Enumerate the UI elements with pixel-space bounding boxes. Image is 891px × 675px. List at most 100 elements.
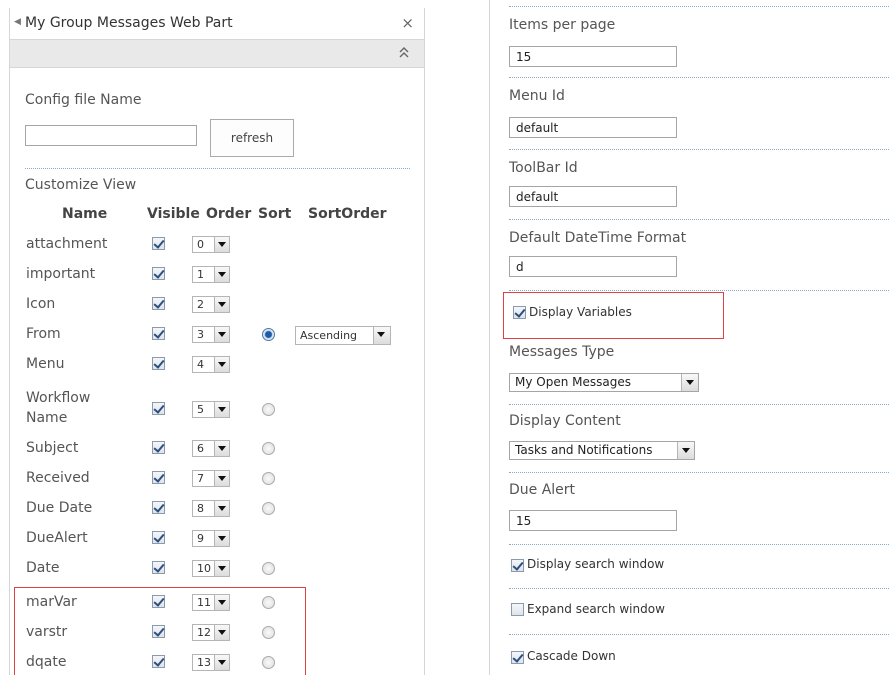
chevron-down-icon (214, 357, 229, 372)
refresh-button[interactable]: refresh (210, 119, 294, 157)
field-name: Subject (26, 440, 79, 456)
chevron-down-icon (214, 501, 229, 516)
menu-id-label: Menu Id (509, 88, 565, 104)
separator (509, 472, 889, 473)
chevron-down-icon (214, 561, 229, 576)
column-header-order: Order (206, 206, 252, 222)
column-header-name: Name (62, 206, 108, 222)
field-name: Date (26, 560, 60, 576)
visible-checkbox[interactable] (152, 297, 165, 310)
cascade-down-checkbox[interactable] (511, 651, 524, 664)
collapse-arrow-icon[interactable]: ◀ (14, 17, 21, 27)
separator (25, 168, 410, 169)
separator (509, 544, 889, 545)
menu-id-input[interactable] (509, 117, 677, 138)
field-name: Name (26, 410, 68, 426)
order-select[interactable]: 1 (192, 266, 230, 283)
sort-radio[interactable] (262, 442, 275, 455)
order-select[interactable]: 9 (192, 530, 230, 547)
webpart-title: My Group Messages Web Part (25, 15, 233, 31)
sort-radio[interactable] (262, 562, 275, 575)
toolbar-id-input[interactable] (509, 186, 677, 207)
customize-view-label: Customize View (25, 177, 137, 193)
field-name: Received (26, 470, 90, 486)
visible-checkbox[interactable] (152, 441, 165, 454)
chevron-down-icon (681, 374, 698, 391)
separator (509, 588, 889, 589)
order-select[interactable]: 2 (192, 296, 230, 313)
display-content-label: Display Content (509, 413, 621, 429)
display-variables-label: Display Variables (529, 305, 632, 319)
sort-order-select[interactable]: Ascending (295, 326, 391, 345)
visible-checkbox[interactable] (152, 402, 165, 415)
chevron-down-icon (214, 267, 229, 282)
sort-radio[interactable] (262, 502, 275, 515)
order-select[interactable]: 7 (192, 470, 230, 487)
visible-checkbox[interactable] (152, 237, 165, 250)
visible-checkbox[interactable] (152, 561, 165, 574)
separator (509, 290, 889, 291)
display-variables-checkbox[interactable] (513, 306, 526, 319)
expand-search-window-checkbox[interactable] (511, 603, 524, 616)
collapse-section-icon[interactable] (398, 46, 410, 60)
visible-checkbox[interactable] (152, 327, 165, 340)
column-header-sortorder: SortOrder (308, 206, 387, 222)
chevron-down-icon (214, 402, 229, 417)
chevron-down-icon (214, 471, 229, 486)
chevron-down-icon (214, 531, 229, 546)
messages-type-label: Messages Type (509, 344, 615, 360)
separator (509, 149, 889, 150)
order-select[interactable]: 4 (192, 356, 230, 373)
sort-radio[interactable] (262, 472, 275, 485)
chevron-down-icon (373, 327, 390, 344)
display-search-window-label: Display search window (527, 557, 665, 571)
field-name: DueAlert (26, 530, 88, 546)
chevron-down-icon (214, 441, 229, 456)
expand-search-window-label: Expand search window (527, 602, 665, 616)
chevron-down-icon (214, 327, 229, 342)
visible-checkbox[interactable] (152, 501, 165, 514)
field-name: From (26, 326, 61, 342)
sort-radio[interactable] (262, 328, 275, 341)
config-file-label: Config file Name (25, 92, 142, 108)
webpart-settings-pane: Items per page Menu Id ToolBar Id Defaul… (489, 0, 891, 675)
chevron-down-icon (214, 237, 229, 252)
datetime-format-input[interactable] (509, 256, 677, 277)
field-name: important (26, 266, 96, 282)
order-select[interactable]: 0 (192, 236, 230, 253)
items-per-page-label: Items per page (509, 17, 616, 33)
toolbar-id-label: ToolBar Id (509, 160, 578, 176)
datetime-format-label: Default DateTime Format (509, 230, 687, 246)
separator (509, 404, 889, 405)
visible-checkbox[interactable] (152, 471, 165, 484)
column-header-sort: Sort (258, 206, 292, 222)
visible-checkbox[interactable] (152, 267, 165, 280)
column-header-visible: Visible (147, 206, 200, 222)
display-content-select[interactable]: Tasks and Notifications (509, 441, 695, 460)
separator (509, 219, 889, 220)
separator (509, 77, 889, 78)
highlight-box (14, 587, 306, 675)
visible-checkbox[interactable] (152, 357, 165, 370)
cascade-down-label: Cascade Down (527, 649, 616, 663)
field-name: Icon (26, 296, 56, 312)
order-select[interactable]: 8 (192, 500, 230, 517)
field-name: Due Date (26, 500, 93, 516)
order-select[interactable]: 6 (192, 440, 230, 457)
field-name: Workflow (26, 390, 91, 406)
order-select[interactable]: 5 (192, 401, 230, 418)
separator (509, 6, 889, 7)
close-icon[interactable]: × (401, 14, 414, 32)
order-select[interactable]: 10 (192, 560, 230, 577)
order-select[interactable]: 3 (192, 326, 230, 343)
chevron-down-icon (214, 297, 229, 312)
items-per-page-input[interactable] (509, 46, 677, 67)
messages-type-select[interactable]: My Open Messages (509, 373, 699, 392)
config-file-input[interactable] (25, 125, 197, 146)
sort-radio[interactable] (262, 403, 275, 416)
visible-checkbox[interactable] (152, 531, 165, 544)
display-search-window-checkbox[interactable] (511, 559, 524, 572)
due-alert-input[interactable] (509, 510, 677, 531)
field-name: Menu (26, 356, 65, 372)
separator (509, 634, 889, 635)
